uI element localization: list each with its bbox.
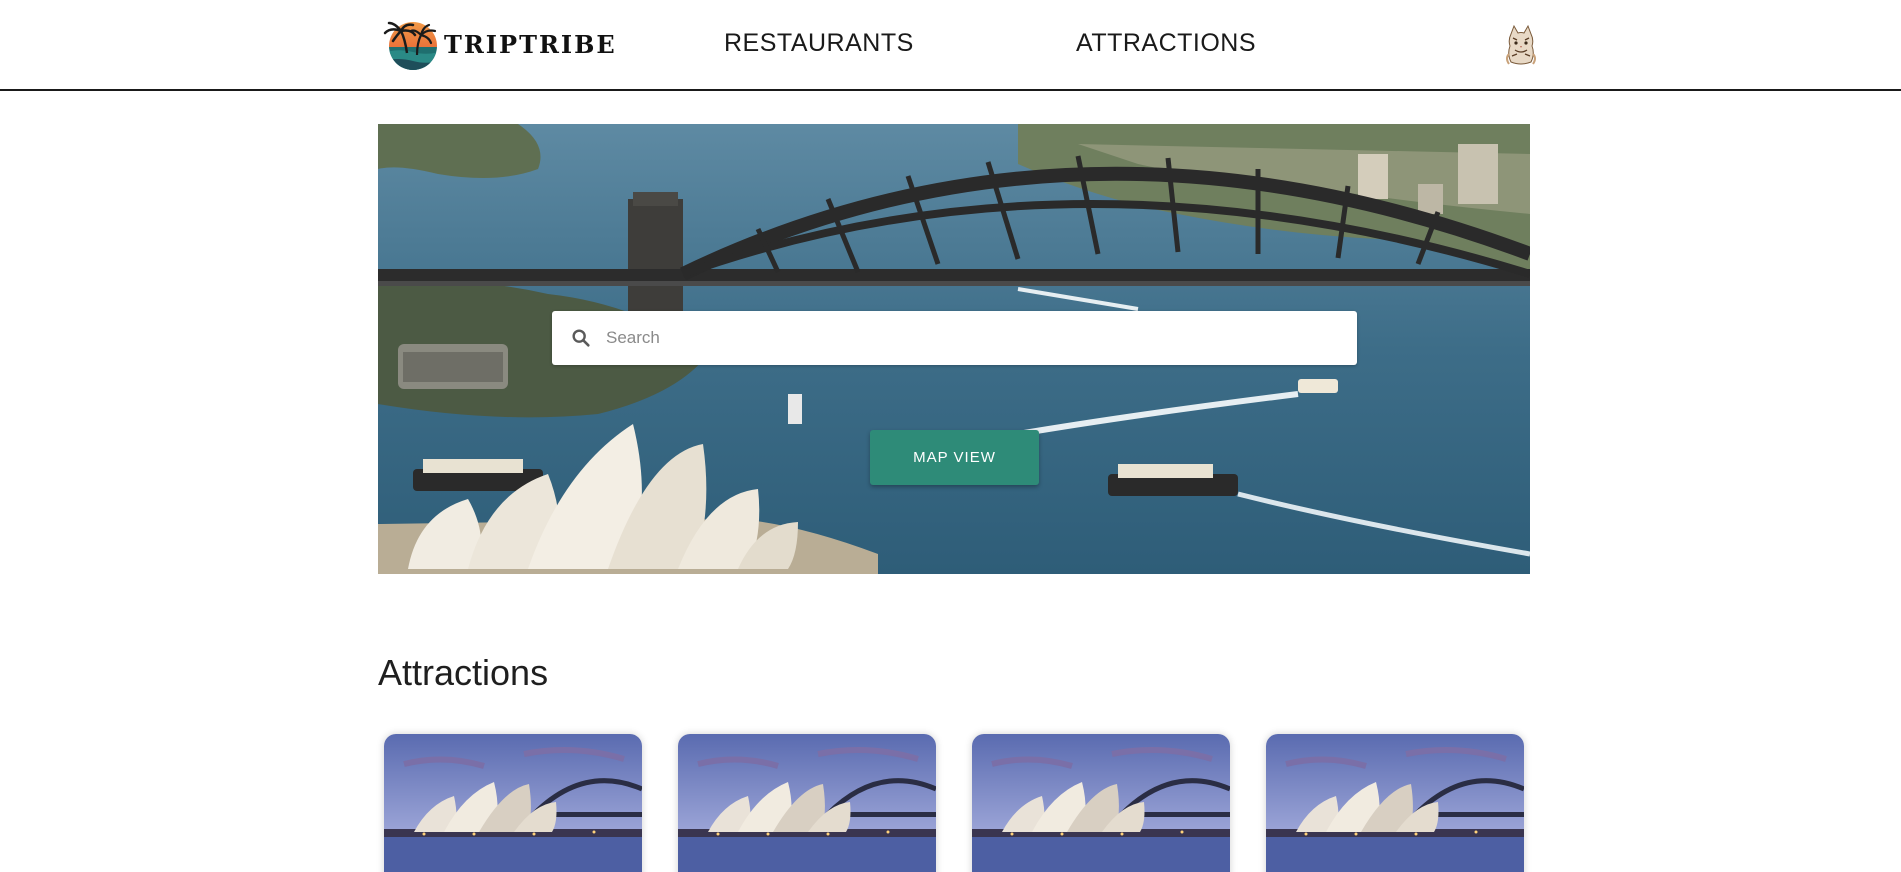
top-navbar: TRIPTRIBE RESTAURANTS ATTRACTIONS (0, 0, 1901, 91)
map-view-button[interactable]: MAP VIEW (870, 430, 1039, 485)
search-input[interactable] (606, 311, 1357, 365)
triptribe-logo[interactable]: TRIPTRIBE (383, 17, 617, 71)
nav-restaurants-link[interactable]: RESTAURANTS (724, 29, 914, 58)
attraction-card[interactable] (972, 734, 1230, 872)
cat-avatar-icon[interactable] (1503, 24, 1539, 66)
hero-banner: MAP VIEW (378, 124, 1530, 574)
attraction-card[interactable] (1266, 734, 1524, 872)
attraction-card[interactable] (678, 734, 936, 872)
search-icon[interactable] (570, 327, 592, 349)
attraction-card-image (678, 734, 936, 872)
nav-attractions-link[interactable]: ATTRACTIONS (1076, 29, 1256, 58)
attraction-card-image (384, 734, 642, 872)
logo-wordmark: TRIPTRIBE (444, 29, 617, 59)
attractions-section-title: Attractions (378, 652, 549, 693)
attraction-card-image (1266, 734, 1524, 872)
palm-sunset-logo-icon (383, 21, 437, 70)
attraction-card-image (972, 734, 1230, 872)
attraction-card[interactable] (384, 734, 642, 872)
search-bar (552, 311, 1357, 365)
